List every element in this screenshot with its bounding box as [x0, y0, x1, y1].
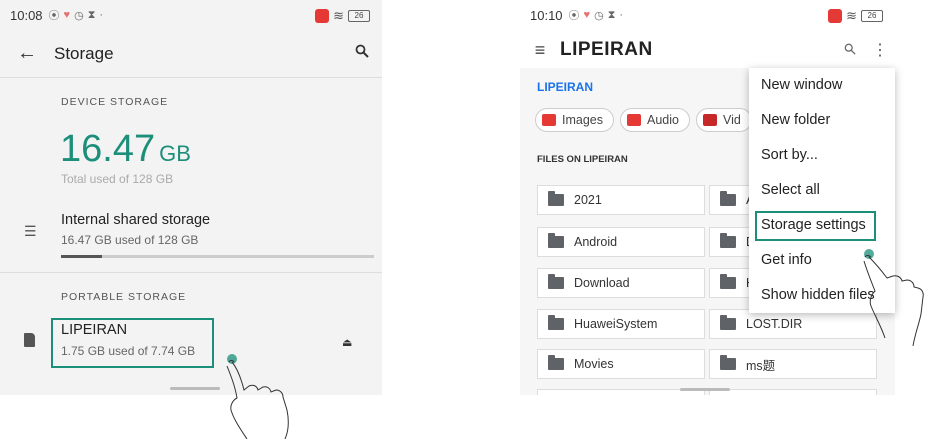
status-time: 10:08: [10, 7, 43, 23]
heart-icon: ♥: [583, 9, 591, 21]
menu-new-folder[interactable]: New folder: [761, 112, 830, 128]
eject-icon[interactable]: ⏏: [342, 336, 352, 349]
device-storage-header: DEVICE STORAGE: [61, 96, 169, 108]
hourglass-icon: ⧗: [87, 8, 96, 21]
folder-name: HuaweiSystem: [574, 317, 658, 331]
folder-tile[interactable]: ms题: [709, 349, 877, 379]
folder-icon: [720, 315, 736, 330]
back-arrow-icon[interactable]: ←: [0, 42, 54, 65]
folder-name: Download: [574, 276, 630, 290]
used-number: 16.47: [60, 128, 156, 170]
storage-list-icon: ☰: [24, 223, 37, 239]
screen-record-icon: [828, 9, 843, 23]
files-header: FILES ON LIPEIRAN: [537, 154, 628, 165]
hamburger-menu-icon[interactable]: ≡: [520, 40, 560, 61]
breadcrumb[interactable]: LIPEIRAN: [537, 80, 593, 94]
chip-videos[interactable]: Vid: [695, 108, 752, 132]
chip-audio[interactable]: Audio: [620, 108, 690, 132]
progress-fill: [61, 255, 102, 258]
portable-storage-header: PORTABLE STORAGE: [61, 291, 187, 303]
folder-name: LOST.DIR: [746, 317, 803, 331]
folder-tile[interactable]: Movies: [537, 349, 705, 379]
total-used-size: 16.47 GB: [60, 128, 191, 171]
menu-get-info[interactable]: Get info: [761, 252, 812, 268]
menu-new-window[interactable]: New window: [761, 77, 842, 93]
folder-tile[interactable]: Android: [537, 227, 705, 257]
folder-icon: [548, 315, 564, 330]
folder-icon: [720, 233, 736, 248]
tap-hand-icon: [226, 354, 289, 439]
video-icon: [702, 114, 717, 126]
folder-tile[interactable]: Download: [537, 268, 705, 298]
search-icon[interactable]: [835, 42, 865, 58]
highlight-frame: [51, 318, 214, 368]
dot-icon: ·: [99, 9, 104, 21]
image-icon: [542, 114, 556, 126]
chip-label: Audio: [647, 113, 679, 127]
nav-pill: [680, 388, 730, 391]
toolbar: ← Storage: [0, 30, 382, 78]
battery-icon: 26: [861, 10, 883, 22]
page-title: Storage: [54, 43, 114, 63]
record-icon: ⦿: [48, 10, 60, 22]
folder-tile[interactable]: HuaweiSystem: [537, 309, 705, 339]
folder-name: ms题: [746, 358, 776, 373]
folder-icon: [548, 233, 564, 248]
more-options-icon[interactable]: ⋮: [865, 40, 895, 60]
status-bar: 10:08 ⦿ ♥ ◷ ⧗ · ≋ 26: [0, 0, 382, 30]
status-bar: 10:10 ⦿ ♥ ◷ ⧗ · ≋ 26: [520, 0, 895, 30]
timer-icon: ◷: [594, 9, 604, 22]
folder-icon: [720, 355, 736, 370]
notification-icons: ⦿ ♥ ◷ ⧗ ·: [569, 7, 624, 23]
folder-name: 2021: [574, 193, 602, 207]
audio-icon: [627, 114, 641, 126]
record-icon: ⦿: [568, 10, 580, 22]
highlight-frame: [755, 211, 876, 241]
folder-name: Movies: [574, 357, 614, 371]
nav-pill: [170, 387, 220, 390]
section-divider: [0, 272, 382, 273]
notification-icons: ⦿ ♥ ◷ ⧗ ·: [49, 7, 104, 23]
heart-icon: ♥: [63, 9, 71, 21]
folder-icon: [720, 274, 736, 289]
folder-tile[interactable]: 2021: [537, 185, 705, 215]
filter-chips: Images Audio Vid: [535, 108, 752, 132]
folder-icon: [548, 274, 564, 289]
used-unit: GB: [159, 141, 191, 166]
status-time: 10:10: [530, 7, 563, 23]
hourglass-icon: ⧗: [607, 8, 616, 21]
internal-storage-subtitle: 16.47 GB used of 128 GB: [61, 233, 199, 247]
wifi-icon: ≋: [333, 8, 344, 23]
page-title: LIPEIRAN: [560, 39, 653, 60]
folder-name: Android: [574, 235, 618, 249]
battery-icon: 26: [348, 10, 370, 22]
tap-hand-icon: [863, 249, 924, 346]
internal-storage-title: Internal shared storage: [61, 212, 211, 228]
folder-icon: [720, 191, 736, 206]
toolbar: ≡ LIPEIRAN ⋮: [520, 32, 895, 68]
folder-icon: [548, 191, 564, 206]
menu-sort-by[interactable]: Sort by...: [761, 147, 818, 163]
menu-select-all[interactable]: Select all: [761, 182, 820, 198]
wifi-icon: ≋: [846, 8, 857, 23]
total-used-subtitle: Total used of 128 GB: [61, 172, 174, 186]
folder-icon: [548, 355, 564, 370]
timer-icon: ◷: [74, 9, 84, 22]
folder-tile-partial: [709, 389, 877, 395]
search-icon[interactable]: [342, 44, 382, 63]
chip-label: Vid: [722, 113, 741, 127]
chip-images[interactable]: Images: [535, 108, 614, 132]
storage-screen: 10:08 ⦿ ♥ ◷ ⧗ · ≋ 26 ← Storage DEVICE ST…: [0, 0, 382, 395]
internal-storage-progress: [61, 255, 374, 258]
chip-label: Images: [562, 113, 603, 127]
screen-record-icon: [315, 9, 330, 23]
sd-card-icon: [24, 333, 35, 347]
dot-icon: ·: [619, 9, 624, 21]
folder-tile[interactable]: LOST.DIR: [709, 309, 877, 339]
